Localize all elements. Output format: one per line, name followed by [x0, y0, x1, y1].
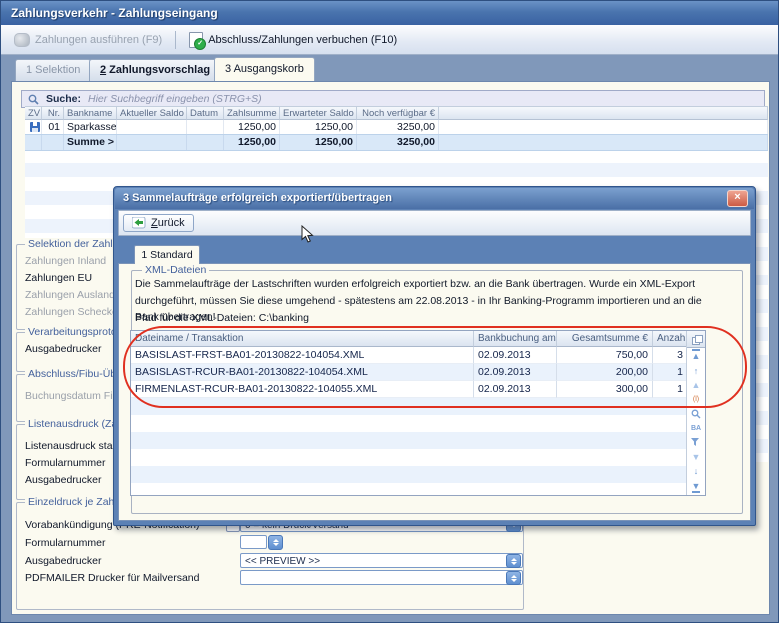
post-payments-button[interactable]: ✓ Abschluss/Zahlungen verbuchen (F10)	[182, 29, 404, 50]
back-arrow-icon	[132, 217, 146, 229]
main-tab-strip: 1 Selektion 2 Zahlungsvorschlag 3 Ausgan…	[1, 54, 778, 81]
scroll-bottom-icon[interactable]: ▼	[692, 481, 701, 493]
search-icon	[28, 94, 39, 105]
execute-payments-button[interactable]: Zahlungen ausführen (F9)	[7, 29, 169, 50]
tab-zahlungsvorschlag[interactable]: 2 Zahlungsvorschlag	[89, 59, 221, 81]
col-zv[interactable]: ZV	[25, 106, 42, 120]
window-title: Zahlungsverkehr - Zahlungseingang	[11, 6, 218, 20]
document-check-icon: ✓	[189, 32, 203, 48]
field-label-formularnummer-1: Formularnummer	[25, 457, 106, 469]
move-down-icon[interactable]: ↓	[694, 466, 699, 476]
toolbar-separator	[175, 31, 176, 49]
export-result-dialog: 3 Sammelaufträge erfolgreich exportiert/…	[113, 186, 756, 526]
dialog-title-bar: 3 Sammelaufträge erfolgreich exportiert/…	[115, 188, 754, 209]
field-label-zahlungen-schecke: Zahlungen Schecke	[25, 306, 118, 318]
field-label-ausgabedrucker-2: Ausgabedrucker	[25, 474, 101, 486]
arrow-down-icon[interactable]: ▼	[692, 452, 701, 462]
tab-selektion[interactable]: 1 Selektion	[15, 59, 91, 81]
post-payments-label: Abschluss/Zahlungen verbuchen (F10)	[208, 34, 397, 46]
spinner-icon[interactable]	[506, 554, 521, 568]
bank-table-header: ZV Nr. Bankname Aktueller Saldo € Datum …	[25, 106, 768, 120]
summary-label: Summe >	[64, 135, 117, 150]
filter-icon[interactable]	[691, 438, 701, 447]
field-label-listenausdruck-start: Listenausdruck start	[25, 440, 119, 452]
xml-path-text: Pfad für die XML-Dateien: C:\banking	[135, 312, 309, 324]
pdfmailer-dropdown[interactable]	[240, 570, 523, 585]
bank-table-row[interactable]: 01 Sparkasse 1250,00 1250,00 3250,00	[25, 120, 768, 134]
field-label-pdfmailer: PDFMAILER Drucker für Mailversand	[25, 572, 199, 584]
dialog-close-button[interactable]: ×	[727, 190, 748, 207]
field-label-formularnummer-2: Formularnummer	[25, 537, 106, 549]
field-label-ausgabedrucker-3: Ausgabedrucker	[25, 555, 101, 567]
ausgabedrucker-dropdown[interactable]: << PREVIEW >>	[240, 553, 523, 568]
application-window: Zahlungsverkehr - Zahlungseingang Zahlun…	[0, 0, 779, 623]
formularnummer-input[interactable]	[240, 535, 267, 549]
col-erwarteter-saldo[interactable]: Erwarteter Saldo €	[280, 106, 357, 120]
col-aktueller-saldo[interactable]: Aktueller Saldo €	[117, 106, 187, 120]
col-nr[interactable]: Nr.	[42, 106, 64, 120]
dialog-toolbar: Zurück	[118, 210, 751, 236]
bank-table-summary-row: Summe > 1250,00 1250,00 3250,00	[25, 134, 768, 151]
disk-icon	[30, 122, 40, 132]
back-label: Zurück	[151, 217, 185, 229]
window-title-bar: Zahlungsverkehr - Zahlungseingang	[1, 1, 778, 25]
col-datum[interactable]: Datum	[187, 106, 224, 120]
dialog-tab-standard[interactable]: 1 Standard	[134, 245, 200, 264]
tab-ausgangskorb[interactable]: 3 Ausgangskorb	[214, 57, 315, 81]
field-label-buchungsdatum: Buchungsdatum Fib	[25, 390, 118, 402]
search-label: Suche:	[46, 93, 81, 105]
field-label-zahlungen-ausland: Zahlungen Ausland	[25, 289, 115, 301]
search-placeholder: Hier Suchbegriff eingeben (STRG+S)	[88, 93, 262, 105]
search-icon[interactable]	[691, 409, 701, 419]
dialog-content: XML-Dateien Die Sammelaufträge der Lasts…	[118, 263, 751, 521]
field-label-ausgabedrucker-1: Ausgabedrucker	[25, 343, 101, 355]
back-button[interactable]: Zurück	[123, 214, 194, 232]
col-filler	[439, 106, 768, 120]
close-icon: ×	[734, 191, 740, 203]
col-noch-verfuegbar[interactable]: Noch verfügbar €	[357, 106, 439, 120]
groupbox-label: XML-Dateien	[142, 264, 209, 276]
spinner-icon[interactable]	[506, 571, 521, 585]
execute-payments-icon	[14, 33, 30, 47]
red-highlight-annotation	[123, 326, 747, 408]
dialog-title: 3 Sammelaufträge erfolgreich exportiert/…	[123, 192, 392, 204]
execute-payments-label: Zahlungen ausführen (F9)	[35, 34, 162, 46]
col-zahlsumme[interactable]: Zahlsumme €	[224, 106, 280, 120]
col-bankname[interactable]: Bankname	[64, 106, 117, 120]
mouse-cursor	[301, 225, 314, 244]
main-toolbar: Zahlungen ausführen (F9) ✓ Abschluss/Zah…	[1, 25, 778, 55]
field-label-zahlungen-eu: Zahlungen EU	[25, 272, 92, 284]
sort-icon[interactable]: BA	[691, 424, 701, 434]
field-label-zahlungen-inland: Zahlungen Inland	[25, 255, 106, 267]
formularnummer-spinner[interactable]	[268, 535, 283, 550]
